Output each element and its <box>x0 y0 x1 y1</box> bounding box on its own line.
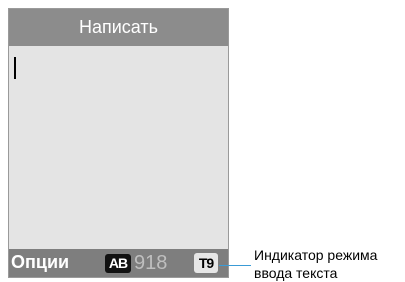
callout-label: Индикатор режима ввода текста <box>254 246 404 282</box>
title-bar: Написать <box>9 9 228 46</box>
softkey-bar: Опции AB 918 T9 <box>9 249 228 277</box>
options-softkey[interactable]: Опции <box>11 251 69 273</box>
page-title: Написать <box>78 17 159 37</box>
callout-line-1: Индикатор режима <box>254 247 378 263</box>
text-cursor[interactable] <box>14 57 16 79</box>
callout-line-2: ввода текста <box>254 265 338 281</box>
t9-mode-icon: T9 <box>194 253 218 273</box>
input-mode-indicator: AB <box>105 254 131 273</box>
character-counter: 918 <box>134 252 168 274</box>
callout-line <box>219 265 251 266</box>
phone-screen: Написать Опции AB 918 T9 <box>8 8 229 278</box>
